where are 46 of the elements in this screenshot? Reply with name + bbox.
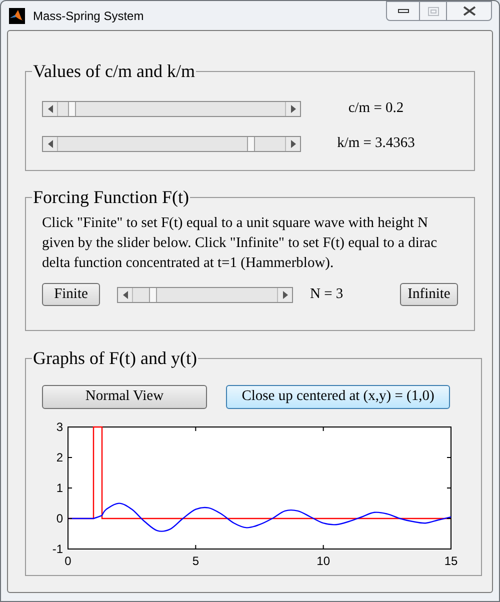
slider-value: c/m = 0.2 bbox=[347, 99, 405, 118]
panel-title: Values of c/m and k/m bbox=[32, 61, 196, 81]
maximize-icon bbox=[428, 6, 438, 16]
close-button[interactable] bbox=[446, 1, 492, 21]
slider-thumb[interactable] bbox=[149, 288, 158, 302]
close-icon bbox=[462, 6, 476, 16]
left-arrow-icon bbox=[122, 290, 128, 298]
panel-title: Forcing Function F(t) bbox=[32, 187, 190, 207]
right-arrow-icon bbox=[282, 290, 288, 298]
right-arrow-button[interactable] bbox=[285, 102, 300, 116]
maximize-button[interactable] bbox=[420, 1, 446, 21]
right-arrow-icon bbox=[290, 140, 296, 148]
instructions-text: Click "Finite" to set F(t) equal to a unit square wave with height N given by the slider below. Click "Infinite" to set F(t) equal to a dirac delta function concentrated at t=1 (Hammerblow). bbox=[42, 214, 438, 273]
slider[interactable] bbox=[42, 100, 301, 117]
minimize-icon bbox=[398, 8, 408, 14]
axis-tick-label: 5 bbox=[192, 554, 199, 568]
minimize-button[interactable] bbox=[386, 1, 420, 21]
left-arrow-icon bbox=[48, 140, 52, 148]
left-arrow-button[interactable] bbox=[118, 288, 133, 302]
axis-tick-label: 2 bbox=[56, 450, 63, 464]
slider[interactable] bbox=[42, 136, 301, 152]
slider-thumb[interactable] bbox=[68, 102, 76, 116]
panel-title: Graphs of F(t) and y(t) bbox=[32, 348, 198, 368]
infinite-button[interactable]: Infinite bbox=[400, 283, 458, 306]
finite-button[interactable]: Finite bbox=[42, 283, 100, 306]
left-arrow-button[interactable] bbox=[43, 102, 58, 116]
slider[interactable] bbox=[117, 286, 293, 302]
axis-tick-label: 1 bbox=[56, 481, 63, 495]
axis-tick-label: 0 bbox=[56, 512, 63, 526]
axis-tick-label: 15 bbox=[444, 554, 458, 568]
axis-tick-label: 0 bbox=[64, 554, 72, 568]
slider-value: k/m = 3.4363 bbox=[336, 134, 416, 153]
slider-thumb[interactable] bbox=[247, 136, 256, 151]
axis-tick-label: 10 bbox=[316, 554, 330, 568]
view-button[interactable]: Normal View bbox=[42, 385, 207, 409]
view-button[interactable]: Close up centered at (x,y) = (1,0) bbox=[226, 385, 450, 409]
left-arrow-icon bbox=[48, 104, 52, 113]
right-arrow-button[interactable] bbox=[277, 288, 292, 302]
left-arrow-button[interactable] bbox=[43, 136, 58, 151]
right-arrow-icon bbox=[290, 104, 296, 113]
axis-tick-label: -1 bbox=[52, 542, 63, 556]
axis-tick-label: 3 bbox=[56, 420, 63, 434]
window-title: Mass-Spring System bbox=[33, 8, 144, 24]
slider-value: N = 3 bbox=[310, 284, 344, 304]
right-arrow-button[interactable] bbox=[285, 136, 300, 151]
app-logo-icon bbox=[9, 8, 25, 24]
